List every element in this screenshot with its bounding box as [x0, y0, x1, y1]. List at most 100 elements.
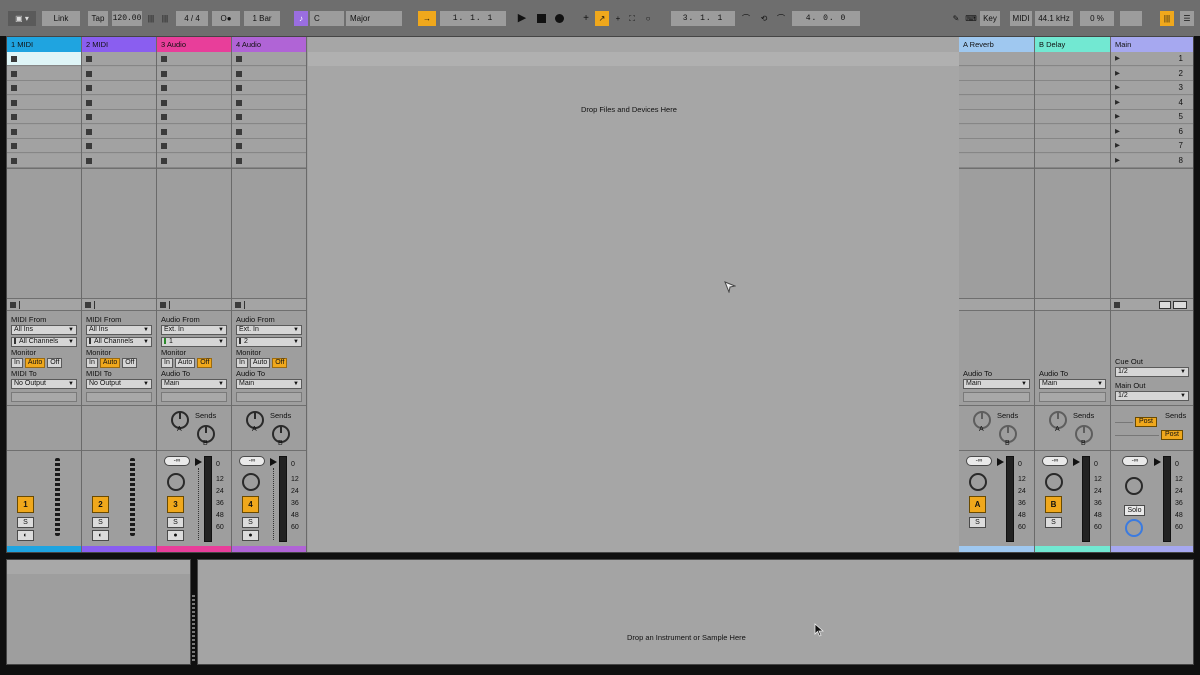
input-channel-menu[interactable]: All Channels ▼: [11, 337, 77, 347]
monitor-switch[interactable]: In Auto Off: [11, 358, 63, 368]
clip-slot[interactable]: [82, 153, 156, 168]
view-toggle-icon[interactable]: ▣ ▾: [8, 11, 36, 26]
input-channel-menu[interactable]: 1 ▼: [161, 337, 227, 347]
clip-stop-icon[interactable]: [161, 157, 167, 164]
output-channel-menu[interactable]: [963, 392, 1030, 402]
stop-icon[interactable]: [85, 302, 91, 308]
clip-slot[interactable]: [959, 66, 1034, 81]
output-menu[interactable]: No Output ▼: [86, 379, 152, 389]
solo-cue-button[interactable]: Solo: [1124, 505, 1145, 516]
quantize-menu[interactable]: 1 Bar: [244, 11, 280, 26]
clip-slot[interactable]: [1035, 153, 1110, 168]
record-button[interactable]: [552, 11, 566, 26]
clip-stop-icon[interactable]: [11, 56, 17, 62]
stop-clips-row[interactable]: [232, 298, 306, 311]
track-activator-button[interactable]: 3: [167, 496, 184, 513]
monitor-auto-button[interactable]: Auto: [174, 358, 196, 368]
scene-insert-icon[interactable]: [1173, 301, 1187, 309]
output-channel-menu[interactable]: [236, 392, 302, 402]
pan-knob[interactable]: [1045, 473, 1063, 491]
clip-slot[interactable]: [7, 66, 81, 81]
scene-record-icon[interactable]: [1159, 301, 1171, 309]
volume-field[interactable]: -∞: [1122, 456, 1148, 466]
drop-area[interactable]: Drop Files and Devices Here: [308, 37, 959, 552]
scene-launch-slot[interactable]: ▶ 2: [1111, 66, 1193, 81]
solo-button[interactable]: S: [92, 517, 109, 528]
monitor-auto-button[interactable]: Auto: [24, 358, 46, 368]
solo-button[interactable]: S: [17, 517, 34, 528]
solo-button[interactable]: S: [242, 517, 259, 528]
scene-launch-slot[interactable]: ▶ 7: [1111, 139, 1193, 153]
volume-field[interactable]: -∞: [239, 456, 265, 466]
monitor-in-button[interactable]: In: [86, 358, 98, 368]
volume-field[interactable]: -∞: [966, 456, 992, 466]
scene-launch-icon[interactable]: ▶: [1115, 99, 1120, 106]
fader-arrow-icon[interactable]: [1154, 458, 1161, 466]
scene-launch-slot[interactable]: ▶ 5: [1111, 110, 1193, 124]
solo-button[interactable]: S: [969, 517, 986, 528]
clip-slot[interactable]: [157, 66, 231, 81]
clip-slot[interactable]: [959, 81, 1034, 95]
clip-slot[interactable]: [232, 95, 306, 110]
clip-stop-icon[interactable]: [86, 143, 92, 149]
scene-launch-slot[interactable]: ▶ 4: [1111, 95, 1193, 110]
pan-knob[interactable]: [1125, 477, 1143, 495]
clip-stop-icon[interactable]: [11, 99, 17, 106]
clip-slot[interactable]: [82, 66, 156, 81]
volume-field[interactable]: -∞: [1042, 456, 1068, 466]
clip-slot[interactable]: [7, 110, 81, 124]
link-button[interactable]: Link: [42, 11, 80, 26]
punch-in-icon[interactable]: ⌒: [738, 11, 754, 26]
clip-slot[interactable]: [157, 52, 231, 66]
clip-slot[interactable]: [232, 124, 306, 139]
output-menu[interactable]: Main ▼: [1039, 379, 1106, 389]
clip-slot[interactable]: [1035, 124, 1110, 139]
clip-slot[interactable]: [232, 52, 306, 66]
clip-stop-icon[interactable]: [86, 114, 92, 120]
clip-slot[interactable]: [7, 95, 81, 110]
return-activator-button[interactable]: B: [1045, 496, 1062, 513]
return-activator-button[interactable]: A: [969, 496, 986, 513]
clip-slot[interactable]: [7, 81, 81, 95]
clip-slot[interactable]: [232, 81, 306, 95]
monitor-off-button[interactable]: Off: [197, 358, 213, 368]
automation-arm-icon[interactable]: ↗: [595, 11, 609, 26]
monitor-in-button[interactable]: In: [11, 358, 23, 368]
session-record-icon[interactable]: ○: [642, 11, 654, 26]
pan-knob[interactable]: [242, 473, 260, 491]
cue-out-menu[interactable]: 1/2 ▼: [1115, 367, 1189, 377]
clip-stop-icon[interactable]: [236, 99, 242, 106]
clip-stop-icon[interactable]: [161, 143, 167, 149]
follow-icon[interactable]: →: [418, 11, 436, 26]
capture-icon[interactable]: ⛶: [626, 11, 638, 26]
clip-stop-icon[interactable]: [11, 143, 17, 149]
clip-slot[interactable]: [7, 139, 81, 153]
stop-clips-row[interactable]: [7, 298, 81, 311]
clip-slot[interactable]: [1035, 95, 1110, 110]
scene-launch-slot[interactable]: ▶ 8: [1111, 153, 1193, 168]
clip-slot[interactable]: [232, 66, 306, 81]
fader-arrow-icon[interactable]: [997, 458, 1004, 466]
scene-launch-icon[interactable]: ▶: [1115, 157, 1120, 164]
monitor-switch[interactable]: In Auto Off: [86, 358, 138, 368]
solo-button[interactable]: S: [167, 517, 184, 528]
clip-slot[interactable]: [1035, 81, 1110, 95]
stop-clips-row[interactable]: [82, 298, 156, 311]
key-map-button[interactable]: Key: [980, 11, 1000, 26]
output-channel-menu[interactable]: [1039, 392, 1106, 402]
clip-stop-icon[interactable]: [11, 157, 17, 164]
clip-stop-icon[interactable]: [86, 99, 92, 106]
clip-stop-icon[interactable]: [161, 70, 167, 77]
input-type-menu[interactable]: Ext. In ▼: [236, 325, 302, 335]
stop-all-icon[interactable]: [1114, 302, 1120, 308]
fader-arrow-icon[interactable]: [1073, 458, 1080, 466]
clip-slot[interactable]: [1035, 52, 1110, 66]
midi-arm-button[interactable]: ◐: [17, 530, 34, 541]
clip-slot[interactable]: [959, 95, 1034, 110]
clip-slot[interactable]: [232, 139, 306, 153]
clip-stop-icon[interactable]: [86, 70, 92, 77]
monitor-switch[interactable]: In Auto Off: [236, 358, 288, 368]
nudge-down-icon[interactable]: |||: [146, 11, 156, 26]
scene-launch-slot[interactable]: ▶ 1: [1111, 52, 1193, 66]
midi-map-button[interactable]: MIDI: [1010, 11, 1032, 26]
